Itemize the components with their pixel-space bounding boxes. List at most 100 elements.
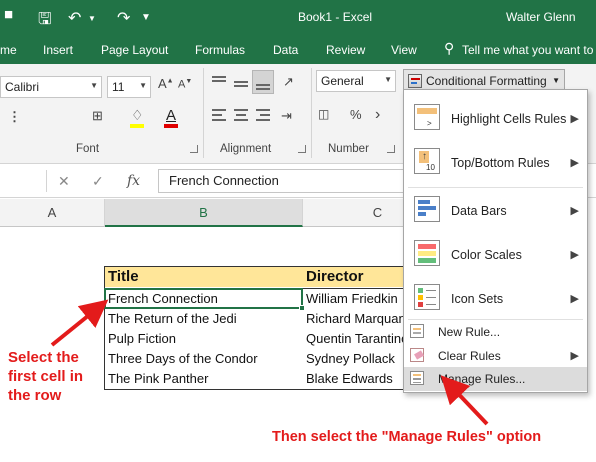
- bottom-align-icon[interactable]: [252, 70, 274, 94]
- highlight-cells-rules-icon: >: [414, 104, 440, 130]
- group-separator: [311, 68, 312, 158]
- chevron-right-icon: ▶: [570, 205, 579, 217]
- table-cell-title[interactable]: The Pink Panther: [105, 369, 303, 389]
- menu-item-label: Color Scales: [451, 248, 522, 262]
- group-separator: [203, 68, 204, 158]
- font-dialog-launcher-icon[interactable]: [190, 145, 198, 153]
- menu-item-label: New Rule...: [438, 325, 501, 339]
- menu-item-highlight-cells-rules[interactable]: > Highlight Cells Rules ▶: [404, 96, 587, 140]
- right-align-icon[interactable]: [254, 106, 272, 124]
- chevron-right-icon: ▶: [570, 249, 579, 261]
- fill-color-swatch: [130, 124, 144, 128]
- chevron-right-icon: ▶: [570, 350, 579, 362]
- annotation-line: the row: [8, 387, 62, 404]
- conditional-formatting-label: Conditional Formatting: [426, 74, 547, 88]
- font-color-icon[interactable]: A: [166, 107, 176, 124]
- cancel-icon[interactable]: ✕: [58, 173, 70, 190]
- number-dialog-launcher-icon[interactable]: [387, 145, 395, 153]
- customize-qat-icon[interactable]: ▼: [141, 12, 151, 23]
- borders-icon[interactable]: ⊞: [92, 108, 103, 124]
- menu-item-clear-rules[interactable]: Clear Rules ▶: [404, 344, 587, 368]
- menu-item-label: Top/Bottom Rules: [451, 156, 550, 170]
- title-bar: ■ 🖫 ↶ ▼ ↷ ▼ Book1 - Excel Walter Glenn: [0, 0, 596, 34]
- fill-color-icon[interactable]: ♢: [131, 107, 144, 124]
- insert-function-icon[interactable]: fx: [127, 173, 140, 189]
- color-scales-icon: [414, 240, 440, 266]
- number-format-select[interactable]: General ▼: [316, 70, 396, 92]
- tab-view[interactable]: View: [391, 43, 417, 57]
- menu-item-label: Clear Rules: [438, 349, 501, 363]
- chevron-right-icon: ▶: [570, 113, 579, 125]
- number-format-value: General: [321, 74, 364, 88]
- orientation-icon[interactable]: ↗: [283, 74, 294, 90]
- undo-dropdown-icon[interactable]: ▼: [88, 14, 96, 23]
- tab-home[interactable]: me: [0, 43, 17, 57]
- top-bottom-rules-icon: ↑ 10: [414, 148, 440, 174]
- conditional-formatting-menu: > Highlight Cells Rules ▶ ↑ 10 Top/Botto…: [403, 89, 588, 393]
- tab-formulas[interactable]: Formulas: [195, 43, 245, 57]
- group-label-font: Font: [76, 143, 100, 155]
- icon-sets-icon: [414, 284, 440, 310]
- table-cell-title[interactable]: The Return of the Jedi: [105, 309, 303, 329]
- excel-logo-icon[interactable]: ■: [4, 6, 13, 23]
- save-icon[interactable]: 🖫: [38, 8, 52, 35]
- chevron-down-icon: ▼: [139, 81, 147, 90]
- conditional-formatting-icon: [408, 74, 422, 88]
- menu-item-icon-sets[interactable]: Icon Sets ▶: [404, 276, 587, 320]
- chevron-down-icon: ▼: [552, 76, 560, 85]
- left-align-icon[interactable]: [210, 106, 228, 124]
- menu-item-color-scales[interactable]: Color Scales ▶: [404, 232, 587, 276]
- ribbon-tabs: me Insert Page Layout Formulas Data Revi…: [0, 34, 596, 64]
- menu-item-label: Icon Sets: [451, 292, 504, 306]
- font-name-select[interactable]: Calibri ▼: [0, 76, 102, 98]
- new-rule-icon: [410, 324, 424, 338]
- chevron-right-icon: ▶: [570, 157, 579, 169]
- redo-icon[interactable]: ↷: [117, 8, 130, 28]
- menu-item-data-bars[interactable]: Data Bars ▶: [404, 188, 587, 232]
- comma-style-icon[interactable]: ›: [375, 106, 380, 124]
- middle-align-icon[interactable]: [232, 74, 250, 92]
- font-size-value: 11: [112, 80, 125, 94]
- menu-item-top-bottom-rules[interactable]: ↑ 10 Top/Bottom Rules ▶: [404, 140, 587, 184]
- chevron-right-icon: ▶: [570, 293, 579, 305]
- enter-icon[interactable]: ✓: [92, 173, 104, 190]
- annotation-line: Select the: [8, 349, 79, 366]
- group-label-number: Number: [328, 143, 369, 155]
- column-header-a[interactable]: A: [0, 199, 105, 227]
- chevron-down-icon: ▼: [90, 81, 98, 90]
- data-bars-icon: [414, 196, 440, 222]
- header-cell-title[interactable]: Title: [105, 267, 303, 287]
- user-name[interactable]: Walter Glenn: [506, 10, 576, 24]
- fill-handle[interactable]: [299, 305, 305, 311]
- tab-page-layout[interactable]: Page Layout: [101, 43, 168, 57]
- window-title: Book1 - Excel: [298, 10, 373, 24]
- table-cell-title[interactable]: Pulp Fiction: [105, 329, 303, 349]
- tab-data[interactable]: Data: [273, 43, 298, 57]
- bold-icon[interactable]: ⋮: [8, 109, 21, 125]
- alignment-dialog-launcher-icon[interactable]: [298, 145, 306, 153]
- manage-rules-icon: [410, 371, 424, 385]
- accounting-format-icon[interactable]: ◫: [318, 107, 329, 121]
- menu-item-label: Manage Rules...: [438, 372, 526, 386]
- tell-me-search[interactable]: Tell me what you want to: [462, 43, 593, 57]
- menu-item-label: Highlight Cells Rules: [451, 112, 567, 126]
- group-label-alignment: Alignment: [220, 143, 272, 155]
- center-align-icon[interactable]: [232, 106, 250, 124]
- formula-input[interactable]: French Connection: [158, 169, 418, 193]
- percent-style-icon[interactable]: %: [350, 107, 362, 122]
- undo-icon[interactable]: ↶: [68, 8, 81, 28]
- top-align-icon[interactable]: [210, 74, 228, 92]
- active-cell-outline: [104, 288, 303, 309]
- increase-font-size-icon[interactable]: A▲: [158, 76, 174, 91]
- indent-icon[interactable]: ⇥: [281, 108, 292, 124]
- font-size-select[interactable]: 11 ▼: [107, 76, 151, 98]
- tab-review[interactable]: Review: [326, 43, 365, 57]
- font-name-value: Calibri: [5, 80, 40, 94]
- menu-item-manage-rules[interactable]: Manage Rules...: [404, 367, 587, 391]
- column-header-b[interactable]: B: [105, 199, 303, 227]
- annotation-line: first cell in: [8, 368, 84, 385]
- tab-insert[interactable]: Insert: [43, 43, 73, 57]
- decrease-font-size-icon[interactable]: A▼: [178, 78, 192, 91]
- table-cell-title[interactable]: Three Days of the Condor: [105, 349, 303, 369]
- menu-item-new-rule[interactable]: New Rule...: [404, 320, 587, 344]
